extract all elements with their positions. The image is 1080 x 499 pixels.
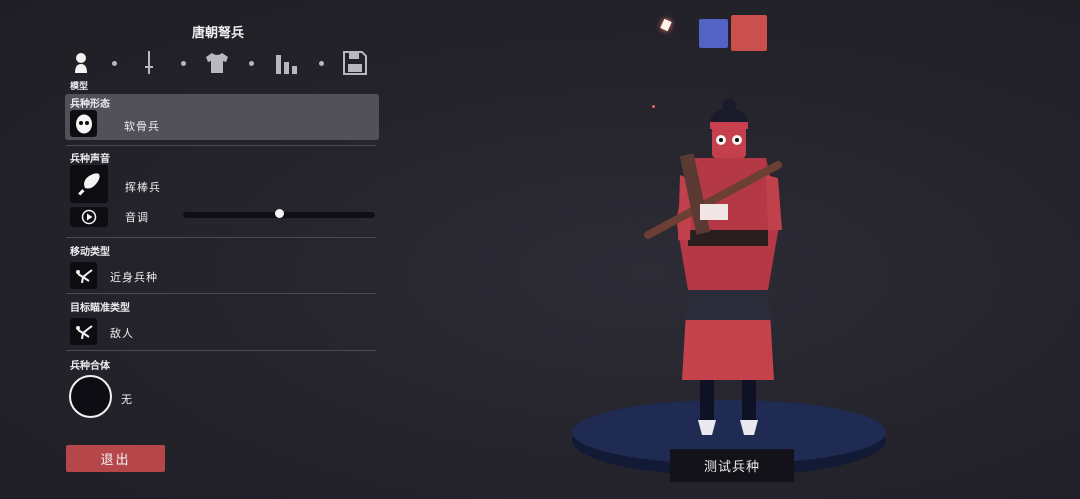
exit-button[interactable]: 退出 <box>66 445 165 472</box>
save-disk-icon[interactable] <box>342 50 368 76</box>
tab-caption: 模型 <box>70 82 89 92</box>
stats-bars-icon[interactable] <box>274 50 300 76</box>
pitch-slider-handle[interactable] <box>274 209 284 218</box>
running-figure-icon[interactable] <box>70 262 97 289</box>
mask-face-icon[interactable] <box>70 110 97 137</box>
tab-separator-dot <box>112 61 117 66</box>
divider <box>66 350 376 351</box>
club-icon[interactable] <box>70 165 108 203</box>
shirt-icon[interactable] <box>204 50 230 76</box>
crossbowman-figure <box>644 99 782 435</box>
spark-particle <box>660 18 672 32</box>
play-icon[interactable] <box>70 207 108 227</box>
team-red-swatch[interactable] <box>731 15 767 51</box>
unit-sound-value: 挥棒兵 <box>125 181 161 194</box>
person-icon[interactable] <box>68 50 94 76</box>
test-unit-button[interactable]: 测试兵种 <box>670 449 794 482</box>
sword-icon[interactable] <box>136 50 162 76</box>
unit-form-value: 软骨兵 <box>124 120 160 133</box>
section-label-sound: 兵种声音 <box>70 154 110 165</box>
section-label-movement: 移动类型 <box>70 247 110 258</box>
unit-preview <box>572 99 886 476</box>
tab-separator-dot <box>319 61 324 66</box>
combine-value: 无 <box>121 393 133 406</box>
divider <box>66 293 376 294</box>
editor-tabs <box>68 50 373 80</box>
movement-type-value: 近身兵种 <box>110 271 158 284</box>
tab-separator-dot <box>181 61 186 66</box>
section-label-targeting: 目标瞄准类型 <box>70 303 130 314</box>
team-blue-swatch[interactable] <box>699 19 728 48</box>
empty-circle-icon[interactable] <box>69 375 112 418</box>
divider <box>66 145 376 146</box>
section-label-combine: 兵种合体 <box>70 361 110 372</box>
divider <box>66 237 376 238</box>
pitch-label: 音调 <box>125 211 149 224</box>
running-figure-icon[interactable] <box>70 318 97 345</box>
tab-separator-dot <box>249 61 254 66</box>
page-title: 唐朝弩兵 <box>191 26 244 41</box>
unit-form-row[interactable] <box>65 94 379 140</box>
targeting-type-value: 敌人 <box>110 327 134 340</box>
section-label-form: 兵种形态 <box>70 99 110 110</box>
